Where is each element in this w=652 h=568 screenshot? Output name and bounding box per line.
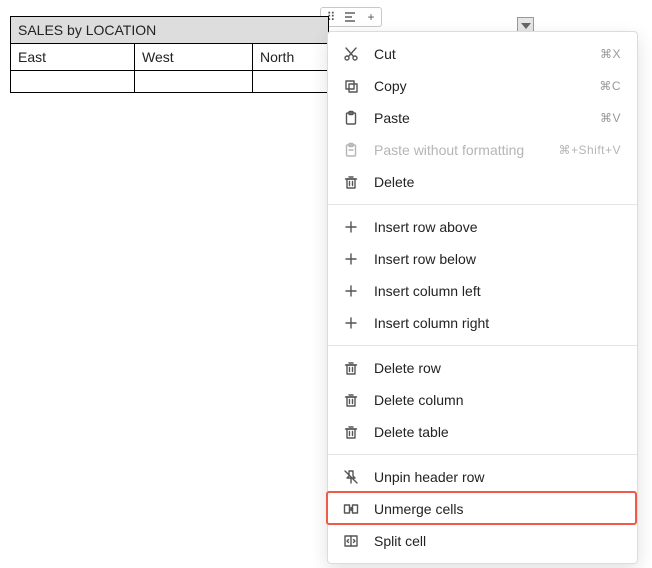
sales-table[interactable]: SALES by LOCATION East West North bbox=[10, 16, 329, 93]
menu-item-insert-column-right[interactable]: Insert column right bbox=[328, 307, 637, 339]
menu-item-label: Split cell bbox=[374, 533, 621, 549]
trash-icon bbox=[342, 391, 360, 409]
table-cell[interactable] bbox=[11, 71, 135, 93]
context-menu: Cut⌘XCopy⌘CPaste⌘VPaste without formatti… bbox=[327, 31, 638, 564]
unmerge-icon bbox=[342, 500, 360, 518]
plus-icon bbox=[342, 314, 360, 332]
table-cell[interactable] bbox=[253, 71, 329, 93]
menu-item-delete-column[interactable]: Delete column bbox=[328, 384, 637, 416]
paste-icon bbox=[342, 109, 360, 127]
lines-icon[interactable] bbox=[343, 9, 359, 25]
editor-canvas: ⠿ + SALES by LOCATION East West North Cu… bbox=[0, 0, 652, 568]
paste-plain-icon bbox=[342, 141, 360, 159]
menu-item-copy[interactable]: Copy⌘C bbox=[328, 70, 637, 102]
plus-icon bbox=[342, 250, 360, 268]
unpin-icon bbox=[342, 468, 360, 486]
menu-separator bbox=[328, 204, 637, 205]
menu-item-insert-row-above[interactable]: Insert row above bbox=[328, 211, 637, 243]
table-floating-toolbar[interactable]: ⠿ + bbox=[320, 7, 382, 27]
menu-item-insert-row-below[interactable]: Insert row below bbox=[328, 243, 637, 275]
menu-item-label: Unmerge cells bbox=[374, 501, 621, 517]
menu-item-unmerge-cells[interactable]: Unmerge cells bbox=[328, 493, 637, 525]
menu-separator bbox=[328, 454, 637, 455]
menu-item-cut[interactable]: Cut⌘X bbox=[328, 38, 637, 70]
menu-item-label: Unpin header row bbox=[374, 469, 621, 485]
trash-icon bbox=[342, 423, 360, 441]
menu-item-delete[interactable]: Delete bbox=[328, 166, 637, 198]
copy-icon bbox=[342, 77, 360, 95]
menu-item-label: Insert column right bbox=[374, 315, 621, 331]
menu-item-delete-row[interactable]: Delete row bbox=[328, 352, 637, 384]
menu-item-paste-without-formatting: Paste without formatting⌘+Shift+V bbox=[328, 134, 637, 166]
menu-item-label: Copy bbox=[374, 78, 599, 94]
col-header-west[interactable]: West bbox=[135, 44, 253, 71]
col-header-north[interactable]: North bbox=[253, 44, 329, 71]
menu-item-insert-column-left[interactable]: Insert column left bbox=[328, 275, 637, 307]
menu-item-label: Delete column bbox=[374, 392, 621, 408]
plus-icon bbox=[342, 218, 360, 236]
menu-item-unpin-header-row[interactable]: Unpin header row bbox=[328, 461, 637, 493]
menu-item-shortcut: ⌘C bbox=[599, 79, 621, 93]
menu-item-shortcut: ⌘V bbox=[600, 111, 621, 125]
menu-item-label: Paste without formatting bbox=[374, 142, 558, 158]
menu-item-label: Delete bbox=[374, 174, 621, 190]
menu-item-delete-table[interactable]: Delete table bbox=[328, 416, 637, 448]
menu-item-label: Insert row above bbox=[374, 219, 621, 235]
menu-item-shortcut: ⌘+Shift+V bbox=[558, 143, 621, 157]
table-cell[interactable] bbox=[135, 71, 253, 93]
plus-icon[interactable]: + bbox=[363, 9, 379, 25]
menu-item-label: Paste bbox=[374, 110, 600, 126]
trash-icon bbox=[342, 359, 360, 377]
menu-separator bbox=[328, 345, 637, 346]
col-header-east[interactable]: East bbox=[11, 44, 135, 71]
table-title-cell[interactable]: SALES by LOCATION bbox=[11, 17, 329, 44]
menu-item-label: Delete row bbox=[374, 360, 621, 376]
menu-item-label: Insert row below bbox=[374, 251, 621, 267]
menu-item-label: Cut bbox=[374, 46, 600, 62]
cut-icon bbox=[342, 45, 360, 63]
menu-item-label: Delete table bbox=[374, 424, 621, 440]
trash-icon bbox=[342, 173, 360, 191]
menu-item-shortcut: ⌘X bbox=[600, 47, 621, 61]
menu-item-split-cell[interactable]: Split cell bbox=[328, 525, 637, 557]
menu-item-paste[interactable]: Paste⌘V bbox=[328, 102, 637, 134]
plus-icon bbox=[342, 282, 360, 300]
menu-item-label: Insert column left bbox=[374, 283, 621, 299]
split-icon bbox=[342, 532, 360, 550]
